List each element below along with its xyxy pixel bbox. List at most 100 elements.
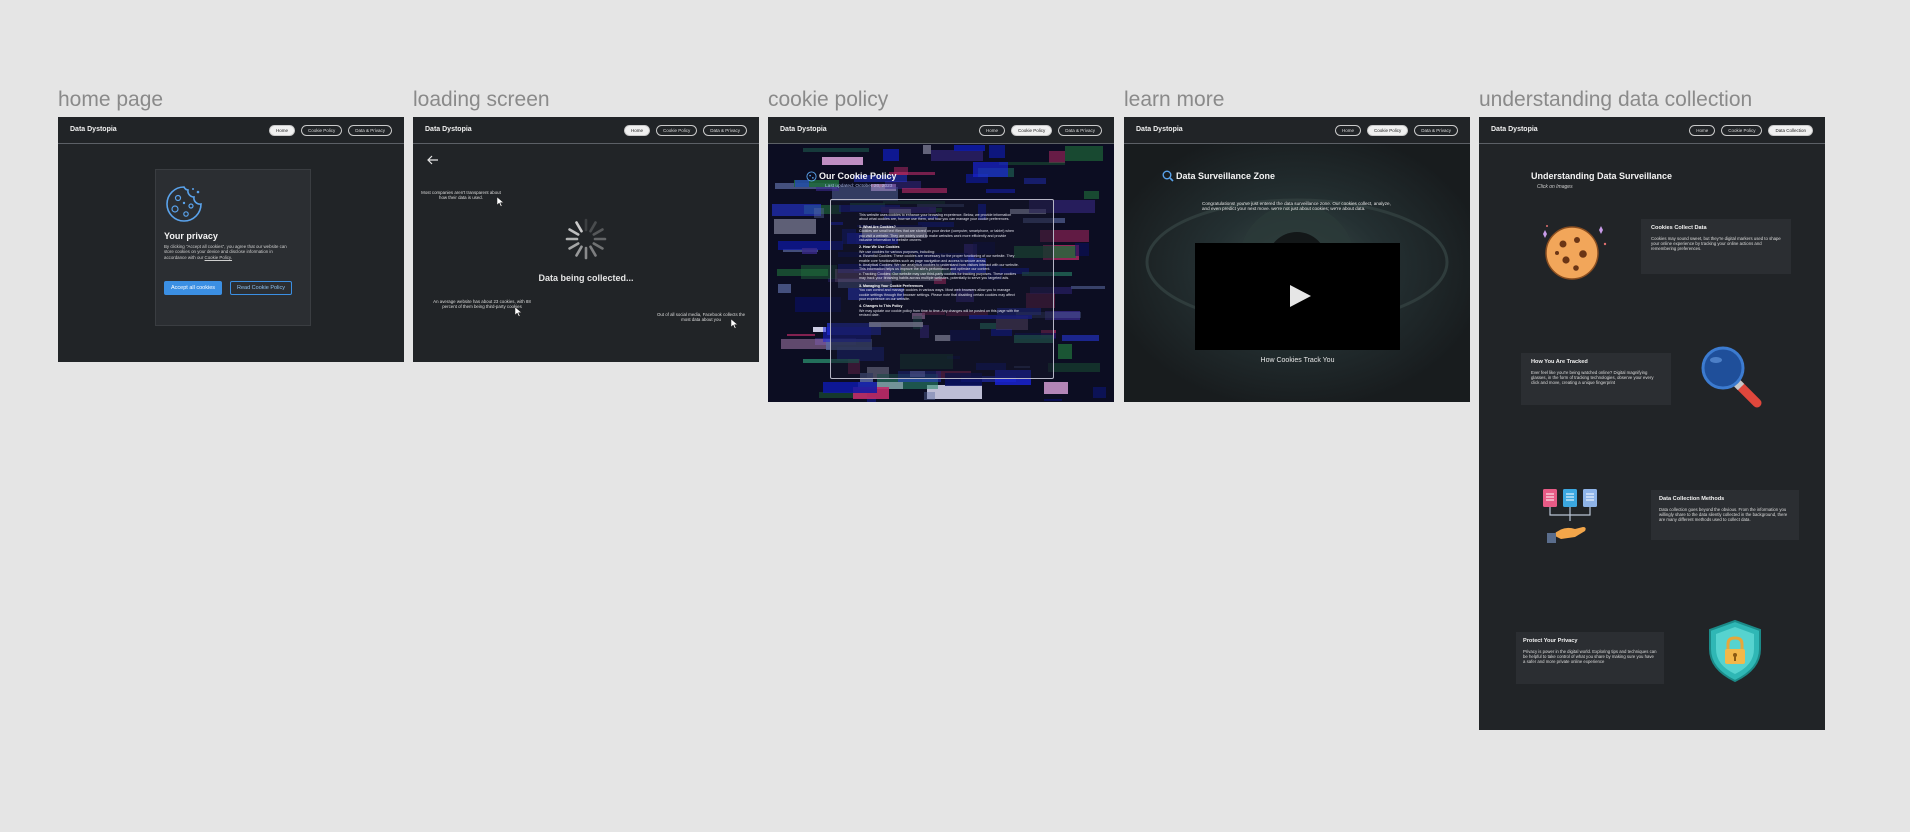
nav-cookie-policy[interactable]: Cookie Policy (1721, 125, 1763, 136)
back-arrow-icon[interactable] (427, 155, 439, 165)
card-body: Privacy is power in the digital world. E… (1523, 649, 1657, 664)
policy-title: Our Cookie Policy (819, 171, 897, 181)
frame-label-learn-more: learn more (1124, 88, 1225, 111)
spinner-tick (575, 221, 583, 233)
cursor-icon (497, 197, 505, 207)
read-cookie-policy-button[interactable]: Read Cookie Policy (230, 281, 292, 295)
shield-lock-icon[interactable] (1706, 619, 1764, 683)
brand-logo-text[interactable]: Data Dystopia (425, 126, 472, 133)
nav-home[interactable]: Home (268, 125, 295, 136)
cookie-icon[interactable] (1539, 222, 1609, 282)
documents-icon[interactable] (1539, 487, 1605, 547)
frame-label-understanding: understanding data collection (1479, 88, 1753, 111)
video-player[interactable] (1195, 243, 1400, 350)
nav-data-collection[interactable]: Data Collection (1768, 125, 1813, 136)
nav-cookie-policy[interactable]: Cookie Policy (1010, 125, 1053, 136)
glitch-block (882, 148, 900, 161)
brand-logo-text[interactable]: Data Dystopia (1491, 126, 1538, 133)
brand-logo-text[interactable]: Data Dystopia (1136, 126, 1183, 133)
policy-content: This website uses cookies to enhance you… (859, 213, 1019, 318)
glitch-block (802, 147, 870, 153)
glitch-block (773, 219, 816, 235)
understanding-frame: Data Dystopia Home Cookie Policy Data Co… (1479, 117, 1825, 730)
policy-section-body: We may update our cookie policy from tim… (859, 308, 1019, 318)
policy-bullet: a. Essential Cookies: These cookies are … (859, 254, 1015, 263)
spinner-icon (565, 218, 607, 260)
spinner-tick (589, 245, 597, 257)
info-card-cookies: Cookies Collect Data Cookies may sound s… (1641, 219, 1791, 274)
magnifier-icon[interactable] (1701, 345, 1763, 411)
glitch-block (930, 150, 984, 161)
video-caption: How Cookies Track You (1260, 357, 1335, 364)
brand-logo-text[interactable]: Data Dystopia (780, 126, 827, 133)
card-title: Data Collection Methods (1659, 496, 1725, 502)
policy-intro: This website uses cookies to enhance you… (859, 213, 1012, 222)
cookie-policy-link[interactable]: Cookie Policy. (205, 255, 233, 260)
card-title: How You Are Tracked (1531, 359, 1588, 365)
glitch-block (823, 382, 878, 393)
glitch-block (1024, 178, 1047, 185)
nav-links: Home Cookie Policy Data Collection (1689, 125, 1813, 136)
glitch-block (1062, 334, 1099, 341)
cookie-icon (166, 186, 202, 222)
surveillance-title: Data Surveillance Zone (1176, 171, 1276, 181)
nav-home[interactable]: Home (978, 125, 1005, 136)
nav-cookie-policy[interactable]: Cookie Policy (655, 125, 698, 136)
card-body: Data collection goes beyond the obvious.… (1659, 507, 1788, 522)
privacy-body: By clicking "Accept all cookies", you ag… (164, 244, 289, 260)
search-icon (1162, 170, 1174, 182)
nav-home[interactable]: Home (1334, 125, 1361, 136)
nav-data-privacy[interactable]: Data & Privacy (1414, 125, 1458, 136)
navbar: Data Dystopia Home Cookie Policy Data Co… (1479, 117, 1825, 144)
cookie-icon (806, 171, 817, 182)
spinner-tick (575, 245, 583, 257)
nav-cookie-policy[interactable]: Cookie Policy (1366, 125, 1409, 136)
glitch-block (901, 187, 948, 194)
learn-more-frame: Data Dystopia Home Cookie Policy Data & … (1124, 117, 1470, 402)
play-icon[interactable] (1287, 283, 1313, 309)
home-frame: Data Dystopia Home Cookie Policy Data & … (58, 117, 404, 362)
glitch-block (1057, 344, 1072, 360)
nav-data-privacy[interactable]: Data & Privacy (1058, 125, 1102, 136)
click-images-hint: Click on Images (1537, 184, 1573, 190)
navbar: Data Dystopia Home Cookie Policy Data & … (58, 117, 404, 144)
card-title: Cookies Collect Data (1651, 225, 1707, 231)
glitch-block (924, 392, 936, 400)
policy-section-body: You can control and manage cookies in va… (859, 288, 1015, 301)
accept-cookies-button[interactable]: Accept all cookies (164, 281, 222, 295)
loading-status: Data being collected... (538, 273, 634, 283)
frame-label-loading: loading screen (413, 88, 550, 111)
navbar: Data Dystopia Home Cookie Policy Data & … (768, 117, 1114, 144)
nav-cookie-policy[interactable]: Cookie Policy (300, 125, 343, 136)
glitch-block (1075, 242, 1089, 256)
policy-bullet: b. Analytical Cookies: We use analytical… (859, 263, 1019, 272)
glitch-block (988, 144, 1005, 159)
glitch-block (821, 156, 864, 166)
glitch-block (801, 247, 817, 255)
cursor-icon (731, 319, 739, 329)
glitch-block (777, 284, 792, 294)
glitch-block (1048, 362, 1101, 372)
nav-links: Home Cookie Policy Data & Privacy (623, 125, 747, 136)
card-body: Cookies may sound sweet, but they're dig… (1651, 236, 1781, 251)
nav-data-privacy[interactable]: Data & Privacy (703, 125, 747, 136)
info-card-methods: Data Collection Methods Data collection … (1651, 490, 1799, 540)
card-title: Protect Your Privacy (1523, 638, 1578, 644)
brand-logo-text[interactable]: Data Dystopia (70, 126, 117, 133)
card-body: Ever feel like you're being watched onli… (1531, 370, 1654, 385)
policy-section-body: Cookies are small text files that are st… (859, 229, 1015, 243)
nav-home[interactable]: Home (1689, 125, 1716, 136)
glitch-block (787, 333, 816, 336)
fact-transparency: Most companies aren't transparent about … (421, 190, 501, 201)
glitch-block (953, 144, 986, 151)
nav-home[interactable]: Home (623, 125, 650, 136)
glitch-block (1071, 285, 1106, 289)
policy-bullet: c. Tracking Cookies: Our website may use… (859, 271, 1017, 281)
glitch-block (1044, 381, 1069, 395)
nav-links: Home Cookie Policy Data & Privacy (268, 125, 392, 136)
nav-data-privacy[interactable]: Data & Privacy (348, 125, 392, 136)
frame-label-home: home page (58, 88, 164, 111)
spinner-tick (592, 242, 604, 250)
policy-panel: This website uses cookies to enhance you… (830, 199, 1054, 379)
glitch-block (1044, 398, 1062, 401)
